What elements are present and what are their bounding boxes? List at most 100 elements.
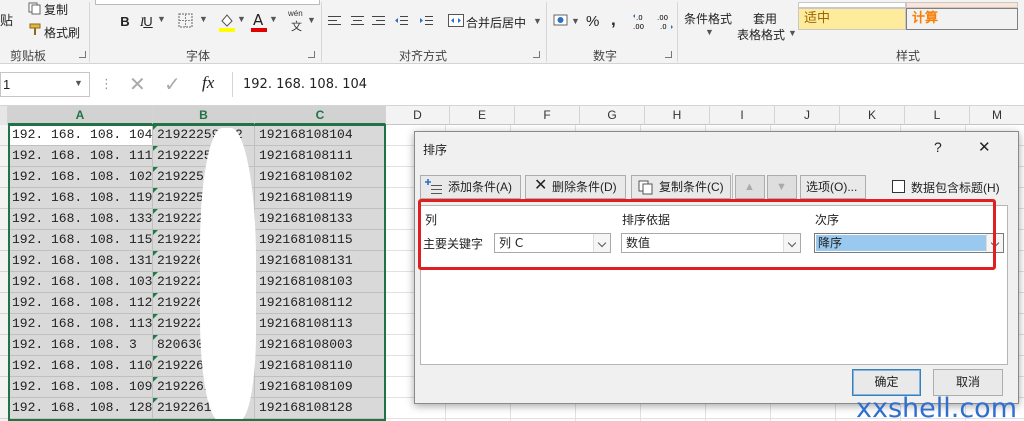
move-down-button[interactable]: ▼ <box>767 175 797 199</box>
fill-color-dropdown-icon[interactable]: ▼ <box>237 14 246 24</box>
delete-condition-button[interactable]: ✕ 删除条件(D) <box>525 175 626 199</box>
cell-a[interactable]: 192. 168. 108. 128 <box>8 398 153 419</box>
row-header[interactable] <box>0 209 8 230</box>
row-header[interactable] <box>0 293 8 314</box>
cell-a[interactable]: 192. 168. 108. 3 <box>8 335 153 356</box>
style-calculation-swatch[interactable]: 计算 <box>906 8 1018 30</box>
cell-a[interactable]: 192. 168. 108. 113 <box>8 314 153 335</box>
merge-center-button[interactable]: 合并后居中 <box>466 14 526 31</box>
row-header[interactable] <box>0 251 8 272</box>
table-format-button[interactable]: 表格格式 <box>737 26 785 43</box>
row-header[interactable] <box>0 314 8 335</box>
column-header-f[interactable]: F <box>515 106 580 125</box>
font-color-button[interactable]: A <box>251 11 267 33</box>
table-format-dropdown-icon[interactable]: ▼ <box>788 28 797 38</box>
decrease-decimal-icon[interactable]: .00.0 <box>656 12 674 32</box>
row-header[interactable] <box>0 356 8 377</box>
select-all-corner[interactable] <box>0 106 8 125</box>
column-header-h[interactable]: H <box>645 106 710 125</box>
accounting-dropdown-icon[interactable]: ▼ <box>571 16 580 26</box>
cell-c[interactable]: 192168108131 <box>255 251 386 272</box>
cell-c[interactable]: 192168108110 <box>255 356 386 377</box>
cell-c[interactable]: 192168108115 <box>255 230 386 251</box>
cell-c[interactable]: 192168108133 <box>255 209 386 230</box>
cell-c[interactable]: 192168108103 <box>255 272 386 293</box>
conditional-format-button[interactable]: 条件格式 <box>684 10 732 27</box>
increase-indent-icon[interactable] <box>420 14 434 28</box>
ok-button[interactable]: 确定 <box>852 369 921 396</box>
formula-input[interactable]: 192. 168. 108. 104 <box>232 72 1024 97</box>
enter-icon[interactable]: ✓ <box>164 72 181 97</box>
merge-center-icon[interactable] <box>448 14 464 28</box>
align-center-icon[interactable] <box>351 14 365 28</box>
cell-a[interactable]: 192. 168. 108. 133 <box>8 209 153 230</box>
alignment-launcher-icon[interactable] <box>533 51 540 58</box>
cell-c[interactable]: 192168108003 <box>255 335 386 356</box>
underline-button[interactable]: U <box>141 12 155 32</box>
cell-a[interactable]: 192. 168. 108. 119 <box>8 188 153 209</box>
table-format-line1[interactable]: 套用 <box>753 10 777 27</box>
cell-a[interactable]: 192. 168. 108. 112 <box>8 293 153 314</box>
cell-a[interactable]: 192. 168. 108. 111 <box>8 146 153 167</box>
format-painter-button[interactable]: 格式刷 <box>44 24 80 41</box>
close-button[interactable]: ✕ <box>978 138 991 156</box>
insert-function-icon[interactable]: fx <box>202 73 214 93</box>
paste-button[interactable]: 贴 <box>0 10 13 29</box>
cancel-button[interactable]: 取消 <box>933 369 1003 396</box>
border-dropdown-icon[interactable]: ▼ <box>199 14 208 24</box>
cell-c[interactable]: 192168108112 <box>255 293 386 314</box>
row-header[interactable] <box>0 146 8 167</box>
column-header-k[interactable]: K <box>840 106 905 125</box>
row-header[interactable] <box>0 167 8 188</box>
column-header-i[interactable]: I <box>710 106 775 125</box>
decrease-indent-icon[interactable] <box>395 14 409 28</box>
cell-c[interactable]: 192168108104 <box>255 125 386 146</box>
column-header-e[interactable]: E <box>450 106 515 125</box>
number-launcher-icon[interactable] <box>665 51 672 58</box>
cell-a[interactable]: 192. 168. 108. 102 <box>8 167 153 188</box>
conditional-format-dropdown-icon[interactable]: ▼ <box>705 27 714 37</box>
cell-a[interactable]: 192. 168. 108. 131 <box>8 251 153 272</box>
percent-button[interactable]: % <box>586 13 599 30</box>
row-header[interactable] <box>0 188 8 209</box>
name-box-dropdown-icon[interactable]: ▼ <box>74 78 83 88</box>
clipboard-launcher-icon[interactable] <box>79 51 86 58</box>
cell-a[interactable]: 192. 168. 108. 115 <box>8 230 153 251</box>
fill-color-icon[interactable] <box>218 11 236 33</box>
row-header[interactable] <box>0 377 8 398</box>
cell-c[interactable]: 192168108111 <box>255 146 386 167</box>
column-header-g[interactable]: G <box>580 106 645 125</box>
add-condition-button[interactable]: 添加条件(A) <box>420 175 521 199</box>
move-up-button[interactable]: ▲ <box>735 175 765 199</box>
style-neutral-swatch[interactable]: 适中 <box>798 8 906 30</box>
row-header[interactable] <box>0 335 8 356</box>
help-button[interactable]: ? <box>934 139 942 155</box>
column-header-m[interactable]: M <box>970 106 1024 125</box>
copy-condition-button[interactable]: 复制条件(C) <box>631 175 731 199</box>
cell-c[interactable]: 192168108113 <box>255 314 386 335</box>
column-header-d[interactable]: D <box>386 106 450 125</box>
header-checkbox-label[interactable]: 数据包含标题(H) <box>911 179 1000 196</box>
column-header-j[interactable]: J <box>775 106 840 125</box>
cell-c[interactable]: 192168108119 <box>255 188 386 209</box>
row-header[interactable] <box>0 272 8 293</box>
header-checkbox[interactable] <box>892 180 905 193</box>
options-button[interactable]: 选项(O)... <box>800 175 866 199</box>
comma-button[interactable]: , <box>611 10 616 30</box>
cell-a[interactable]: 192. 168. 108. 103 <box>8 272 153 293</box>
cell-c[interactable]: 192168108128 <box>255 398 386 419</box>
increase-decimal-icon[interactable]: .0.00 <box>632 12 650 32</box>
column-header-a[interactable]: A <box>8 106 153 125</box>
copy-button[interactable]: 复制 <box>44 1 68 18</box>
bold-button[interactable]: B <box>118 12 132 32</box>
column-header-b[interactable]: B <box>153 106 255 125</box>
font-dropdown-edge[interactable] <box>95 0 320 5</box>
cell-a[interactable]: 192. 168. 108. 110 <box>8 356 153 377</box>
cell-c[interactable]: 192168108109 <box>255 377 386 398</box>
cell-c[interactable]: 192168108102 <box>255 167 386 188</box>
underline-dropdown-icon[interactable]: ▼ <box>157 14 166 24</box>
cell-a[interactable]: 192. 168. 108. 104 <box>8 125 153 146</box>
align-right-icon[interactable] <box>372 14 386 28</box>
accounting-format-icon[interactable] <box>553 13 571 29</box>
font-color-dropdown-icon[interactable]: ▼ <box>269 14 278 24</box>
